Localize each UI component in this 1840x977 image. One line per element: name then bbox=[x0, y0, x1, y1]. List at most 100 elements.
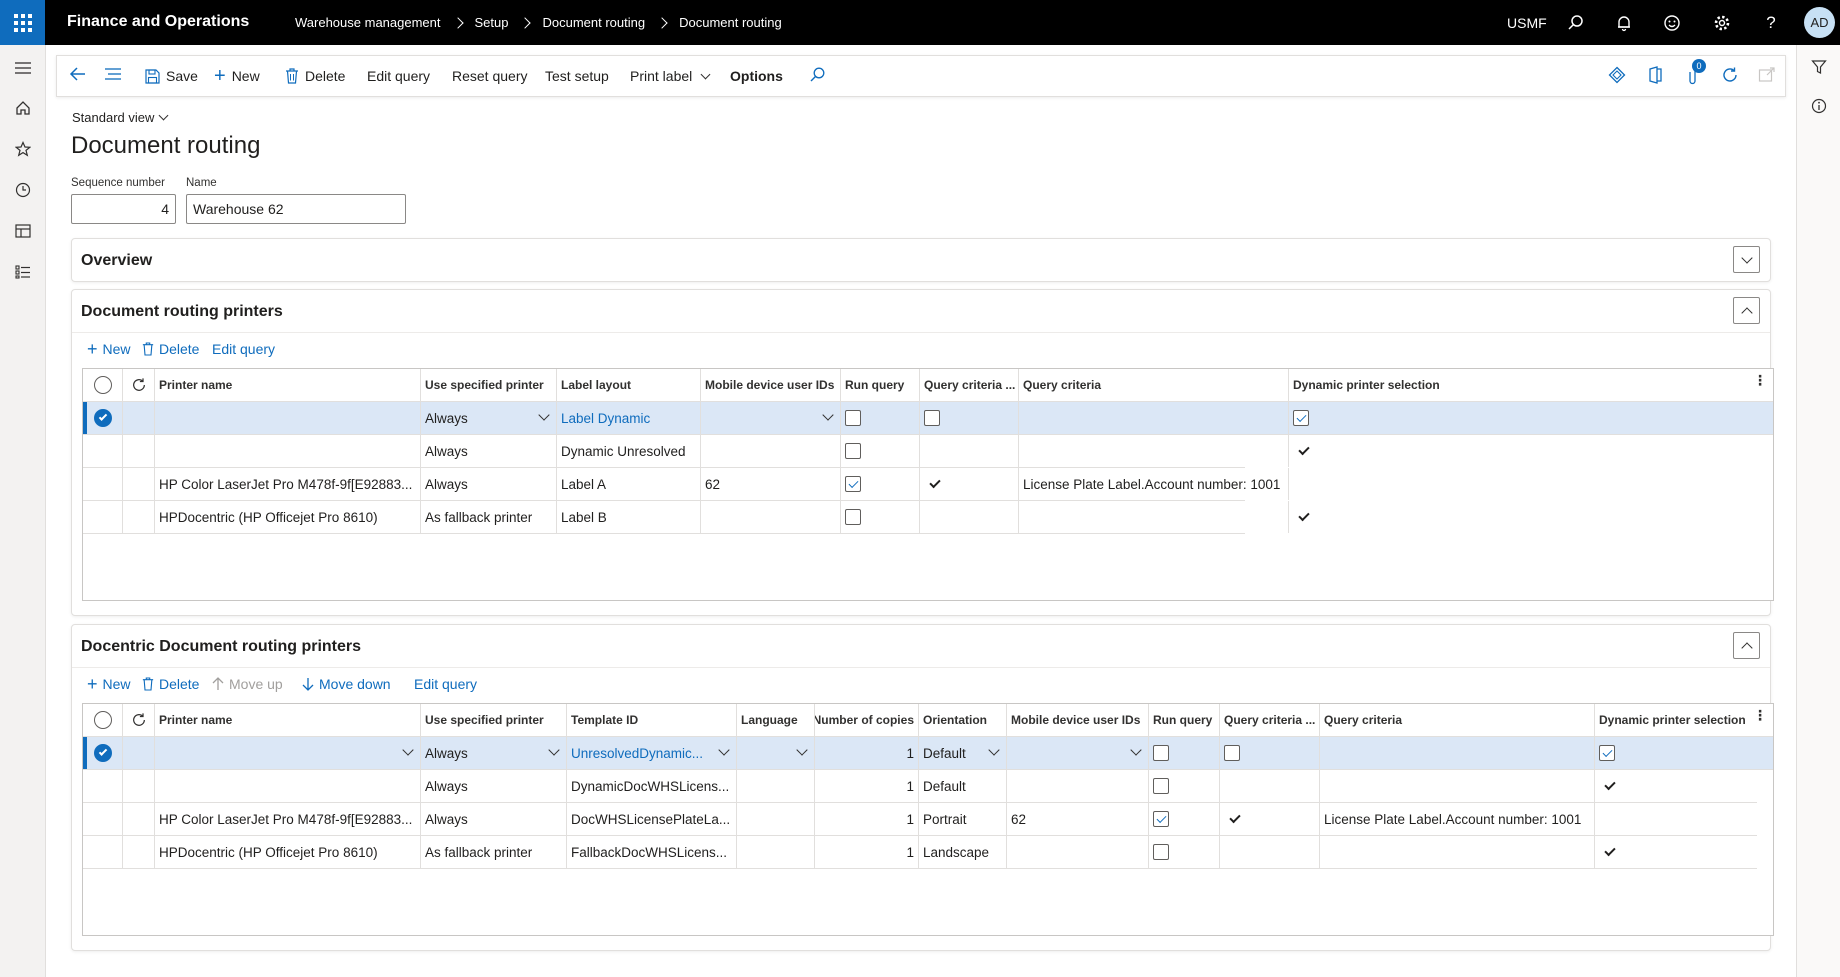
language-cell[interactable] bbox=[737, 836, 815, 868]
row-select[interactable] bbox=[83, 501, 123, 533]
query-criteria-flag-cell-checkbox[interactable] bbox=[924, 410, 940, 426]
row-select[interactable] bbox=[83, 468, 123, 500]
template-id-cell[interactable]: DocWHSLicensePlateLa... bbox=[567, 803, 737, 835]
query-criteria-flag-cell[interactable] bbox=[920, 435, 1019, 467]
smiley-icon[interactable] bbox=[1661, 12, 1683, 34]
use-printer-cell[interactable]: Always bbox=[421, 468, 557, 500]
query-criteria-flag-cell[interactable] bbox=[1220, 836, 1320, 868]
collapse-docentric-printers-button[interactable] bbox=[1733, 632, 1760, 659]
language-cell[interactable] bbox=[737, 737, 815, 769]
label-layout-cell[interactable]: Label A bbox=[557, 468, 701, 500]
column-header[interactable]: Query criteria bbox=[1320, 704, 1595, 736]
delete-button[interactable]: Delete bbox=[285, 68, 345, 84]
select-all-radio[interactable] bbox=[83, 704, 123, 736]
routing-edit-query-button[interactable]: Edit query bbox=[212, 341, 275, 357]
run-query-cell[interactable] bbox=[1149, 737, 1220, 769]
home-icon[interactable] bbox=[12, 97, 34, 119]
run-query-cell[interactable] bbox=[1149, 803, 1220, 835]
query-criteria-cell[interactable] bbox=[1320, 737, 1595, 769]
column-header[interactable]: Printer name bbox=[155, 369, 421, 401]
expand-overview-button[interactable] bbox=[1733, 246, 1760, 273]
use-printer-cell[interactable]: As fallback printer bbox=[421, 501, 557, 533]
query-criteria-cell[interactable] bbox=[1019, 402, 1289, 434]
column-header[interactable]: Query criteria ... bbox=[1220, 704, 1320, 736]
gear-icon[interactable] bbox=[1711, 12, 1733, 34]
dynamic-selection-cell[interactable] bbox=[1289, 435, 1445, 467]
modules-icon[interactable] bbox=[12, 261, 34, 283]
row-select[interactable] bbox=[83, 402, 123, 434]
column-header[interactable]: Mobile device user IDs bbox=[701, 369, 841, 401]
row-select[interactable] bbox=[83, 836, 123, 868]
language-cell[interactable] bbox=[737, 770, 815, 802]
use-printer-cell[interactable]: Always bbox=[421, 402, 557, 434]
run-query-cell[interactable] bbox=[841, 468, 920, 500]
menu-lines-icon[interactable] bbox=[105, 67, 121, 81]
chevron-down-icon[interactable] bbox=[1130, 744, 1142, 756]
column-header[interactable]: Dynamic printer selection bbox=[1289, 369, 1773, 401]
orientation-cell[interactable]: Default bbox=[919, 737, 1007, 769]
copies-cell[interactable]: 1 bbox=[815, 770, 919, 802]
run-query-cell-checkbox[interactable] bbox=[845, 410, 861, 426]
mobile-ids-cell[interactable] bbox=[701, 501, 841, 533]
bell-icon[interactable] bbox=[1613, 12, 1635, 34]
run-query-cell-checkbox[interactable] bbox=[1153, 745, 1169, 761]
printer-name-cell[interactable] bbox=[155, 402, 421, 434]
query-criteria-flag-cell[interactable] bbox=[1220, 803, 1320, 835]
attachments-icon[interactable]: 0 bbox=[1684, 59, 1706, 85]
column-header[interactable]: Query criteria bbox=[1019, 369, 1289, 401]
mobile-ids-cell[interactable] bbox=[1007, 737, 1149, 769]
printer-name-cell[interactable]: HPDocentric (HP Officejet Pro 8610) bbox=[155, 501, 421, 533]
column-header[interactable]: Printer name bbox=[155, 704, 421, 736]
reset-query-button[interactable]: Reset query bbox=[452, 68, 527, 84]
orientation-cell[interactable]: Default bbox=[919, 770, 1007, 802]
column-header[interactable]: Query criteria ... bbox=[920, 369, 1019, 401]
use-printer-cell[interactable]: As fallback printer bbox=[421, 836, 567, 868]
query-criteria-cell[interactable] bbox=[1320, 770, 1595, 802]
printer-name-cell[interactable]: HP Color LaserJet Pro M478f-9f[E92883... bbox=[155, 468, 421, 500]
run-query-cell[interactable] bbox=[841, 402, 920, 434]
language-cell[interactable] bbox=[737, 803, 815, 835]
docentric-new-button[interactable]: + New bbox=[87, 675, 131, 693]
chevron-down-icon[interactable] bbox=[718, 744, 730, 756]
copies-cell[interactable]: 1 bbox=[815, 836, 919, 868]
query-criteria-flag-cell[interactable] bbox=[920, 402, 1019, 434]
more-options-icon[interactable]: ⋮ bbox=[1753, 373, 1767, 387]
app-launcher-icon[interactable] bbox=[0, 0, 45, 45]
back-icon[interactable] bbox=[69, 66, 87, 82]
use-printer-cell[interactable]: Always bbox=[421, 737, 567, 769]
run-query-cell[interactable] bbox=[1149, 770, 1220, 802]
query-criteria-flag-cell[interactable] bbox=[920, 501, 1019, 533]
column-header[interactable]: Number of copies bbox=[815, 704, 919, 736]
chevron-down-icon[interactable] bbox=[822, 409, 834, 421]
refresh-icon[interactable] bbox=[123, 369, 155, 401]
breadcrumb-item[interactable]: Setup bbox=[475, 15, 509, 30]
query-criteria-flag-cell-checkbox[interactable] bbox=[1224, 745, 1240, 761]
dynamic-selection-cell[interactable] bbox=[1289, 402, 1773, 434]
query-criteria-cell[interactable]: License Plate Label.Account number: 1001 bbox=[1019, 468, 1289, 500]
template-id-cell[interactable]: UnresolvedDynamic... bbox=[567, 737, 737, 769]
run-query-cell[interactable] bbox=[841, 435, 920, 467]
more-options-icon[interactable]: ⋮ bbox=[1753, 708, 1767, 722]
use-printer-cell[interactable]: Always bbox=[421, 803, 567, 835]
query-criteria-flag-cell[interactable] bbox=[920, 468, 1019, 500]
test-setup-button[interactable]: Test setup bbox=[545, 68, 609, 84]
printer-name-cell[interactable]: HPDocentric (HP Officejet Pro 8610) bbox=[155, 836, 421, 868]
dynamic-selection-cell-checkbox[interactable] bbox=[1599, 745, 1615, 761]
dynamic-selection-cell-checkbox[interactable] bbox=[1293, 410, 1309, 426]
view-selector[interactable]: Standard view bbox=[72, 110, 169, 125]
print-label-button[interactable]: Print label bbox=[630, 68, 711, 84]
filter-icon[interactable] bbox=[1809, 57, 1829, 77]
mobile-ids-cell[interactable] bbox=[701, 435, 841, 467]
run-query-cell-checkbox[interactable] bbox=[845, 443, 861, 459]
mobile-ids-cell[interactable] bbox=[701, 402, 841, 434]
move-down-button[interactable]: Move down bbox=[302, 676, 391, 692]
dynamic-selection-cell[interactable] bbox=[1595, 737, 1773, 769]
column-header[interactable]: Dynamic printer selection bbox=[1595, 704, 1773, 736]
select-all-radio[interactable] bbox=[83, 369, 123, 401]
table-row[interactable]: HP Color LaserJet Pro M478f-9f[E92883...… bbox=[83, 468, 1289, 501]
query-criteria-cell[interactable] bbox=[1019, 435, 1289, 467]
table-row[interactable]: Always Dynamic Unresolved bbox=[83, 435, 1310, 468]
office-icon[interactable] bbox=[1647, 66, 1663, 84]
run-query-cell-checkbox[interactable] bbox=[845, 476, 861, 492]
column-header[interactable]: Language bbox=[737, 704, 815, 736]
